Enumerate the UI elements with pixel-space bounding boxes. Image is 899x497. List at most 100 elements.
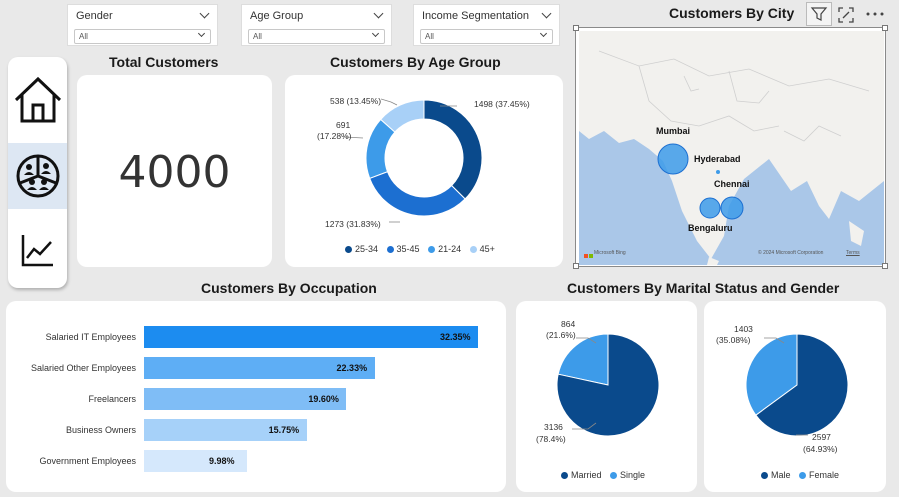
occupation-value: 32.35%	[440, 332, 471, 342]
city-label-hyderabad: Hyderabad	[694, 154, 741, 164]
trend-chart-icon	[21, 235, 53, 267]
nav-trends[interactable]	[8, 217, 67, 283]
gender-dropdown[interactable]: All	[74, 29, 211, 44]
legend-dot	[345, 246, 352, 254]
age-slice-25-34[interactable]	[423, 99, 483, 200]
occupation-value: 15.75%	[268, 425, 300, 435]
marital-legend: Married Single	[555, 470, 645, 480]
resize-handle[interactable]	[882, 25, 888, 31]
occupation-label: Salaried IT Employees	[45, 332, 136, 342]
resize-handle[interactable]	[573, 263, 579, 269]
age-label-21-24-pct: (17.28%)	[317, 131, 352, 141]
income-value: All	[425, 32, 434, 41]
expand-icon	[838, 7, 854, 23]
age-label-25-34: 1498 (37.45%)	[474, 99, 530, 109]
gender-slicer[interactable]: Gender All	[67, 4, 218, 46]
marital-title: Customers By Marital Status and Gender	[567, 280, 840, 296]
legend-dot	[469, 246, 477, 254]
age-group-dropdown[interactable]: All	[248, 29, 385, 44]
map-terms-link[interactable]: Terms	[846, 250, 860, 256]
age-label-45-plus: 538 (13.45%)	[330, 96, 382, 106]
nav-home[interactable]	[8, 67, 67, 133]
marital-pie	[556, 333, 660, 437]
resize-handle[interactable]	[882, 263, 888, 269]
age-group-slicer[interactable]: Age Group All	[241, 4, 392, 46]
legend-dot	[799, 472, 807, 480]
chevron-down-icon	[197, 29, 206, 38]
legend-dot	[386, 246, 394, 254]
legend-label: 21-24	[438, 244, 462, 254]
legend-dot	[610, 472, 618, 480]
gender-value: All	[79, 32, 88, 41]
gender-card: 1403 (35.08%) 2597 (64.93%) Male Female	[704, 301, 886, 492]
map-brand: Microsoft Bing	[594, 250, 626, 256]
age-group-title: Customers By Age Group	[330, 54, 501, 70]
nav-customers[interactable]	[8, 143, 67, 209]
legend-dot	[561, 472, 568, 480]
married-pct: (78.4%)	[536, 434, 566, 444]
occupation-label: Freelancers	[88, 394, 136, 404]
more-options-button[interactable]	[863, 4, 887, 24]
female-count: 1403	[734, 324, 753, 334]
chevron-down-icon	[371, 29, 380, 38]
age-slice-21-24[interactable]	[365, 118, 396, 180]
occupation-label: Salaried Other Employees	[30, 363, 136, 373]
chevron-down-icon	[539, 29, 548, 38]
marital-card: 864 (21.6%) 3136 (78.4%) Married Single	[516, 301, 697, 492]
legend-label: 45+	[479, 244, 495, 254]
legend-label: 25-34	[355, 244, 379, 254]
legend-label: Single	[620, 470, 646, 480]
income-slicer-label: Income Segmentation	[422, 10, 530, 22]
city-label-bengaluru: Bengaluru	[688, 223, 733, 233]
age-slice-35-45[interactable]	[369, 171, 466, 217]
gender-slicer-label: Gender	[76, 10, 113, 22]
home-icon	[14, 76, 61, 123]
age-group-legend: 25-34 35-45 21-24 45+	[339, 244, 495, 254]
legend-label: Married	[571, 470, 602, 480]
single-count: 864	[561, 319, 576, 329]
total-customers-value: 4000	[118, 147, 231, 198]
chevron-down-icon[interactable]	[199, 8, 210, 19]
occupation-title: Customers By Occupation	[201, 280, 377, 296]
legend-dot	[761, 472, 768, 480]
legend-label: Female	[809, 470, 840, 480]
chevron-down-icon[interactable]	[373, 8, 384, 19]
age-group-card: 1498 (37.45%) 1273 (31.83%) 691 (17.28%)…	[285, 75, 563, 267]
male-pct: (64.93%)	[803, 444, 838, 454]
ellipsis-icon	[866, 12, 884, 16]
map-attribution: © 2024 Microsoft Corporation	[758, 250, 824, 256]
occupation-value: 19.60%	[308, 394, 339, 404]
occupation-value: 9.98%	[209, 456, 235, 466]
single-pct: (21.6%)	[546, 330, 576, 340]
income-dropdown[interactable]: All	[420, 29, 553, 44]
total-customers-title: Total Customers	[109, 54, 219, 70]
city-label-chennai: Chennai	[714, 179, 750, 189]
total-customers-card: 4000	[77, 75, 272, 267]
gender-legend: Male Female	[755, 470, 839, 480]
female-pct: (35.08%)	[716, 335, 751, 345]
resize-handle[interactable]	[573, 25, 579, 31]
age-label-35-45: 1273 (31.83%)	[325, 219, 381, 229]
customers-icon	[16, 154, 59, 198]
married-count: 3136	[544, 422, 563, 432]
age-label-21-24-count: 691	[336, 120, 351, 130]
legend-dot	[428, 246, 436, 254]
city-label-mumbai: Mumbai	[656, 126, 691, 136]
city-title: Customers By City	[669, 5, 795, 21]
occupation-value: 22.33%	[336, 363, 368, 373]
focus-mode-button[interactable]	[835, 4, 857, 26]
age-group-slicer-label: Age Group	[250, 10, 304, 22]
legend-label: Male	[771, 470, 791, 480]
filter-button[interactable]	[806, 2, 832, 26]
gender-pie	[745, 333, 849, 437]
occupation-card: Salaried IT Employees 32.35% Salaried Othe…	[6, 301, 506, 492]
filter-icon	[810, 7, 828, 21]
city-map-card[interactable]: Mumbai Hyderabad Chennai Bengaluru Micro…	[573, 25, 888, 269]
income-slicer[interactable]: Income Segmentation All	[413, 4, 560, 46]
navigation-panel	[8, 57, 67, 288]
chevron-down-icon[interactable]	[541, 8, 552, 19]
occupation-label: Government Employees	[39, 456, 136, 466]
occupation-bar[interactable]	[144, 326, 478, 348]
male-count: 2597	[812, 432, 831, 442]
occupation-label: Business Owners	[65, 425, 136, 435]
